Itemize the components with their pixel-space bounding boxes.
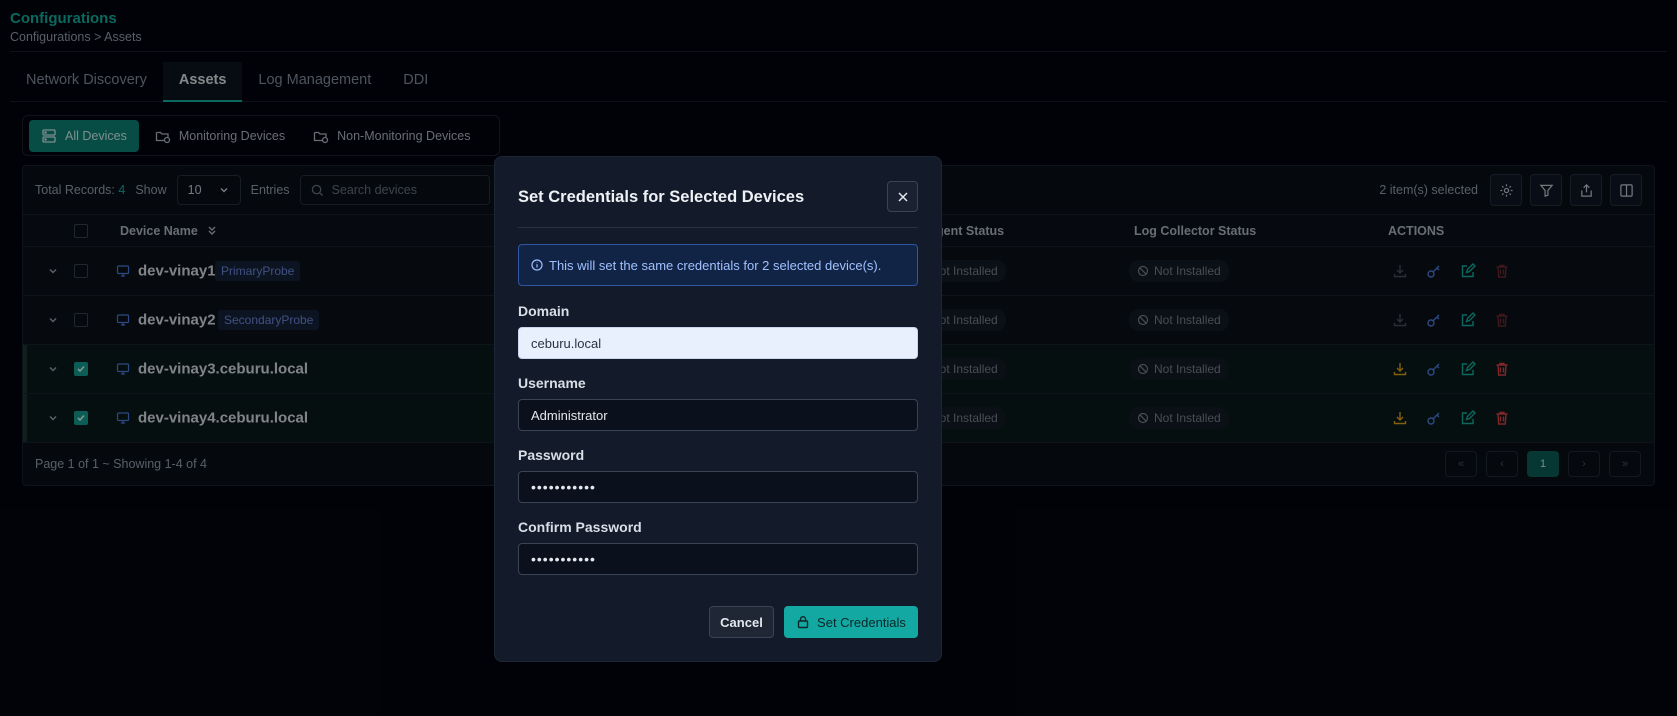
domain-field[interactable]: ceburu.local xyxy=(518,327,918,359)
modal-divider xyxy=(518,227,918,228)
password-label: Password xyxy=(518,447,585,463)
lock-icon xyxy=(797,616,809,629)
password-field[interactable]: ••••••••••• xyxy=(518,471,918,503)
domain-label: Domain xyxy=(518,303,570,319)
info-icon xyxy=(531,259,543,271)
confirm-password-field[interactable]: ••••••••••• xyxy=(518,543,918,575)
modal-title: Set Credentials for Selected Devices xyxy=(518,188,805,206)
close-button[interactable] xyxy=(887,181,918,212)
info-alert: This will set the same credentials for 2… xyxy=(518,244,918,286)
confirm-password-label: Confirm Password xyxy=(518,519,642,535)
set-credentials-button[interactable]: Set Credentials xyxy=(784,606,918,638)
set-credentials-modal: Set Credentials for Selected Devices Thi… xyxy=(494,156,942,662)
close-icon xyxy=(897,191,908,202)
cancel-button[interactable]: Cancel xyxy=(709,606,774,638)
username-field[interactable]: Administrator xyxy=(518,399,918,431)
username-label: Username xyxy=(518,375,586,391)
